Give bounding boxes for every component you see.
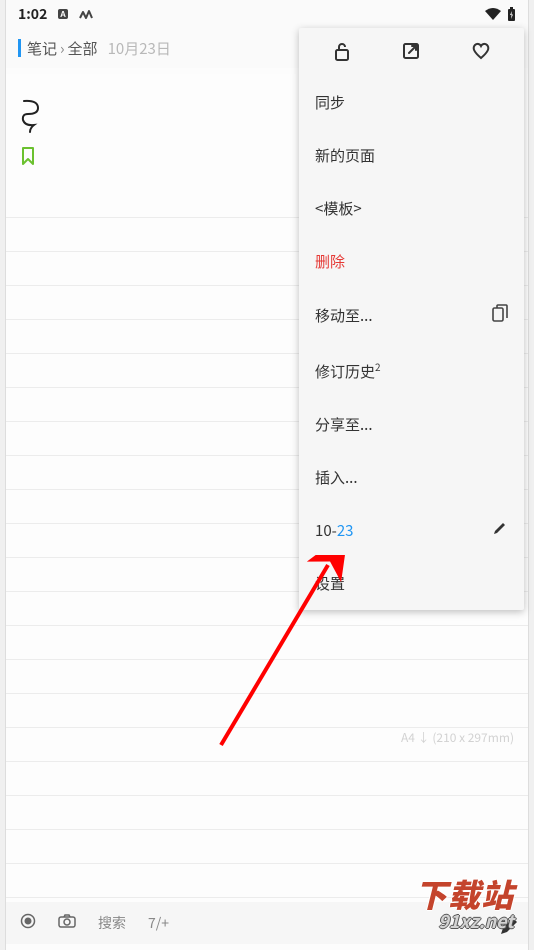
lock-icon[interactable] <box>307 42 376 62</box>
open-external-icon[interactable] <box>377 42 446 62</box>
status-app-icon-1: A <box>57 8 69 20</box>
breadcrumb-date[interactable]: 10月23日 <box>108 38 171 59</box>
menu-revision-history[interactable]: 修订历史2 <box>299 343 524 398</box>
breadcrumb-all[interactable]: 全部 <box>68 38 98 59</box>
revision-count: 2 <box>375 359 381 374</box>
menu-new-page[interactable]: 新的页面 <box>299 129 524 182</box>
menu-insert[interactable]: 插入... <box>299 451 524 504</box>
menu-sync[interactable]: 同步 <box>299 76 524 129</box>
copy-icon <box>492 304 508 327</box>
edit-pencil-icon[interactable] <box>498 915 520 942</box>
battery-icon <box>507 7 516 21</box>
svg-text:A: A <box>60 10 66 19</box>
bottom-toolbar: 搜索 7/+ <box>6 902 528 944</box>
camera-icon[interactable] <box>58 913 76 933</box>
search-label[interactable]: 搜索 <box>98 913 126 933</box>
pencil-icon <box>492 520 508 541</box>
menu-share-to[interactable]: 分享至... <box>299 398 524 451</box>
menu-date[interactable]: 10-23 <box>299 504 524 557</box>
breadcrumb-root[interactable]: 笔记 <box>27 38 57 59</box>
status-time: 1:02 <box>18 4 47 24</box>
breadcrumb-marker <box>18 39 21 57</box>
status-bar: 1:02 A <box>6 0 528 28</box>
menu-template[interactable]: <模板> <box>299 182 524 235</box>
wifi-icon <box>485 8 501 20</box>
options-menu: 同步 新的页面 <模板> 删除 移动至... 修订历史2 分享至... 插入..… <box>299 28 524 610</box>
menu-date-day: 23 <box>337 520 354 541</box>
menu-move-to[interactable]: 移动至... <box>299 288 524 343</box>
zoom-label[interactable]: 7/+ <box>148 913 169 933</box>
heart-icon[interactable] <box>447 42 516 62</box>
bookmark-icon[interactable] <box>20 146 36 170</box>
record-icon[interactable] <box>20 913 36 934</box>
menu-delete[interactable]: 删除 <box>299 235 524 288</box>
handwriting-stroke <box>20 98 50 139</box>
status-app-icon-2 <box>79 9 93 19</box>
breadcrumb-sep: › <box>60 38 65 59</box>
menu-settings[interactable]: 设置 <box>299 557 524 610</box>
page-size-info: A4 ↓ (210 x 297mm) <box>401 729 514 746</box>
